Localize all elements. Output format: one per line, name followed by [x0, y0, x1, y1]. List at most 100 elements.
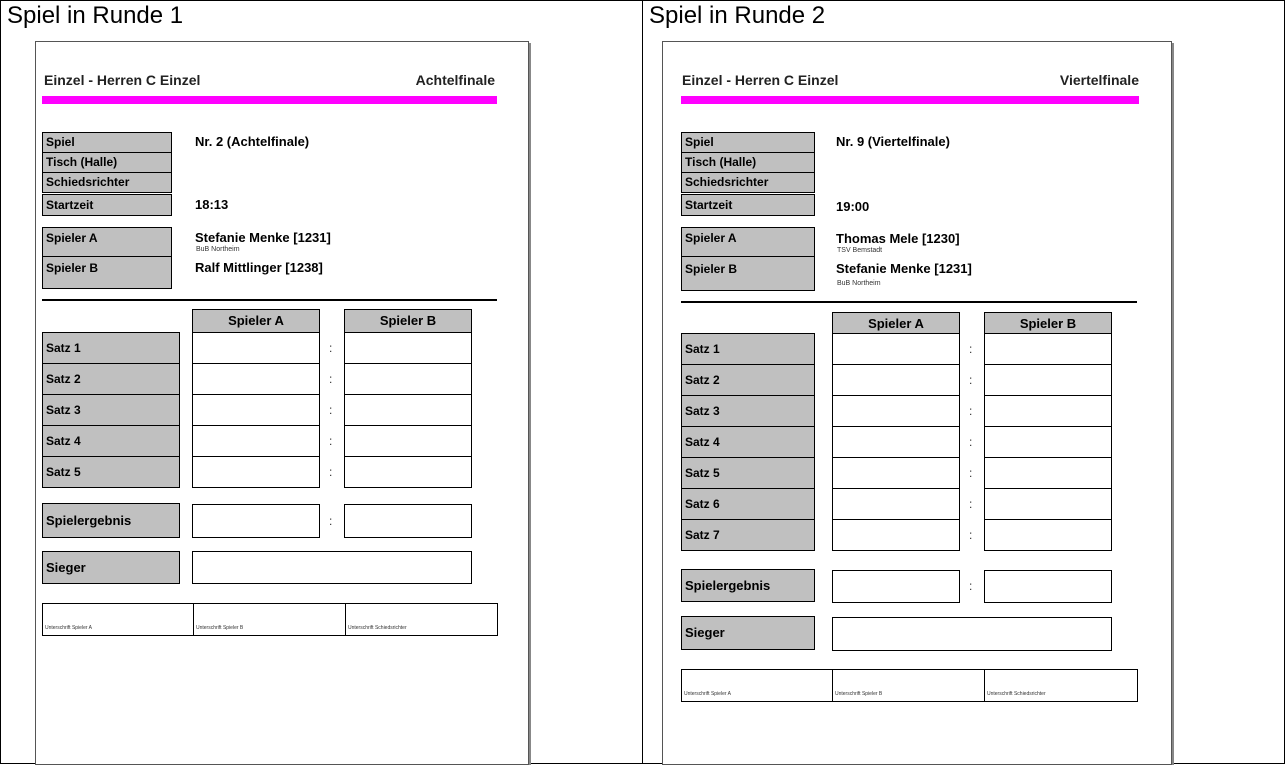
set-colon: : [329, 403, 333, 417]
set-colon: : [329, 434, 333, 448]
set-label: Satz 3 [42, 394, 180, 426]
result-b-field[interactable] [344, 504, 472, 538]
spieler-b-name: Ralf Mittlinger [1238] [195, 260, 323, 275]
label-tisch: Tisch (Halle) [42, 152, 172, 173]
header-bar [681, 96, 1139, 104]
signature-label-b: Unterschrift Spieler B [196, 625, 244, 631]
panel-round-2: Spiel in Runde 2 Einzel - Herren C Einze… [642, 0, 1285, 765]
set-label: Satz 2 [42, 363, 180, 395]
label-spiel: Spiel [42, 132, 172, 153]
set-score-a-field[interactable] [832, 333, 960, 365]
set-score-a-field[interactable] [832, 457, 960, 489]
winner-field[interactable] [832, 617, 1112, 651]
set-score-b-field[interactable] [984, 488, 1112, 520]
spieler-a-name: Thomas Mele [1230] [836, 231, 960, 246]
spieler-b-club: BuB Northeim [837, 280, 881, 287]
signature-row: Unterschrift Spieler A Unterschrift Spie… [42, 603, 498, 636]
set-score-a-field[interactable] [832, 519, 960, 551]
set-score-b-field[interactable] [344, 394, 472, 426]
spiel-value: Nr. 9 (Viertelfinale) [836, 134, 950, 149]
set-colon: : [969, 373, 973, 387]
set-label: Satz 5 [681, 457, 815, 489]
label-startzeit: Startzeit [42, 194, 172, 216]
label-spielergebnis: Spielergebnis [42, 503, 180, 538]
result-colon: : [329, 514, 333, 528]
label-sieger: Sieger [681, 616, 815, 650]
set-label: Satz 1 [42, 332, 180, 364]
set-score-a-field[interactable] [192, 332, 320, 364]
set-colon: : [969, 435, 973, 449]
set-label: Satz 4 [681, 426, 815, 458]
result-b-field[interactable] [984, 570, 1112, 603]
label-spieler-a: Spieler A [42, 227, 172, 257]
set-colon: : [329, 372, 333, 386]
set-colon: : [969, 497, 973, 511]
panel-title: Spiel in Runde 2 [649, 2, 826, 29]
set-score-a-field[interactable] [192, 456, 320, 488]
result-a-field[interactable] [192, 504, 320, 538]
signature-label-referee: Unterschrift Schiedsrichter [987, 691, 1046, 697]
set-label: Satz 2 [681, 364, 815, 396]
label-tisch: Tisch (Halle) [681, 152, 815, 173]
set-score-b-field[interactable] [344, 332, 472, 364]
set-label: Satz 4 [42, 425, 180, 457]
set-score-a-field[interactable] [192, 425, 320, 457]
set-score-b-field[interactable] [984, 426, 1112, 458]
label-schiedsrichter: Schiedsrichter [42, 172, 172, 193]
label-schiedsrichter: Schiedsrichter [681, 172, 815, 193]
spieler-a-name: Stefanie Menke [1231] [195, 230, 331, 245]
set-score-a-field[interactable] [832, 395, 960, 427]
label-startzeit: Startzeit [681, 194, 815, 216]
signature-divider [984, 670, 985, 701]
set-score-b-field[interactable] [984, 333, 1112, 365]
signature-label-a: Unterschrift Spieler A [45, 625, 92, 631]
round-name: Viertelfinale [1059, 72, 1139, 88]
set-score-a-field[interactable] [192, 363, 320, 395]
result-a-field[interactable] [832, 570, 960, 603]
winner-field[interactable] [192, 551, 472, 584]
set-score-b-field[interactable] [344, 425, 472, 457]
label-spielergebnis: Spielergebnis [681, 569, 815, 602]
set-colon: : [969, 404, 973, 418]
set-score-b-field[interactable] [344, 456, 472, 488]
round-name: Achtelfinale [415, 72, 495, 88]
signature-divider [345, 604, 346, 635]
set-colon: : [969, 528, 973, 542]
col-header-spieler-b: Spieler B [984, 312, 1112, 335]
panel-round-1: Spiel in Runde 1 Einzel - Herren C Einze… [0, 0, 643, 765]
divider [681, 301, 1137, 303]
set-score-a-field[interactable] [832, 488, 960, 520]
col-header-spieler-b: Spieler B [344, 309, 472, 333]
set-colon: : [329, 341, 333, 355]
label-sieger: Sieger [42, 551, 180, 584]
score-sheet: Einzel - Herren C Einzel Achtelfinale Sp… [35, 41, 529, 765]
signature-row: Unterschrift Spieler A Unterschrift Spie… [681, 669, 1138, 702]
spieler-a-club: TSV Bemstadt [837, 247, 883, 254]
set-label: Satz 6 [681, 488, 815, 520]
set-score-b-field[interactable] [344, 363, 472, 395]
set-label: Satz 7 [681, 519, 815, 551]
set-score-a-field[interactable] [832, 426, 960, 458]
signature-label-referee: Unterschrift Schiedsrichter [348, 625, 407, 631]
spieler-a-club: BuB Northeim [196, 246, 240, 253]
set-score-a-field[interactable] [192, 394, 320, 426]
label-spieler-b: Spieler B [681, 256, 815, 291]
signature-divider [193, 604, 194, 635]
set-score-b-field[interactable] [984, 395, 1112, 427]
label-spieler-a: Spieler A [681, 227, 815, 257]
set-score-b-field[interactable] [984, 457, 1112, 489]
signature-divider [832, 670, 833, 701]
spiel-value: Nr. 2 (Achtelfinale) [195, 134, 310, 149]
set-score-b-field[interactable] [984, 519, 1112, 551]
result-colon: : [969, 579, 973, 593]
panel-title: Spiel in Runde 1 [7, 2, 184, 29]
set-label: Satz 3 [681, 395, 815, 427]
label-spieler-b: Spieler B [42, 256, 172, 289]
competition-name: Einzel - Herren C Einzel [44, 72, 201, 88]
startzeit-value: 19:00 [836, 199, 870, 214]
set-score-a-field[interactable] [832, 364, 960, 396]
set-colon: : [969, 342, 973, 356]
signature-label-b: Unterschrift Spieler B [835, 691, 883, 697]
set-score-b-field[interactable] [984, 364, 1112, 396]
set-colon: : [329, 465, 333, 479]
